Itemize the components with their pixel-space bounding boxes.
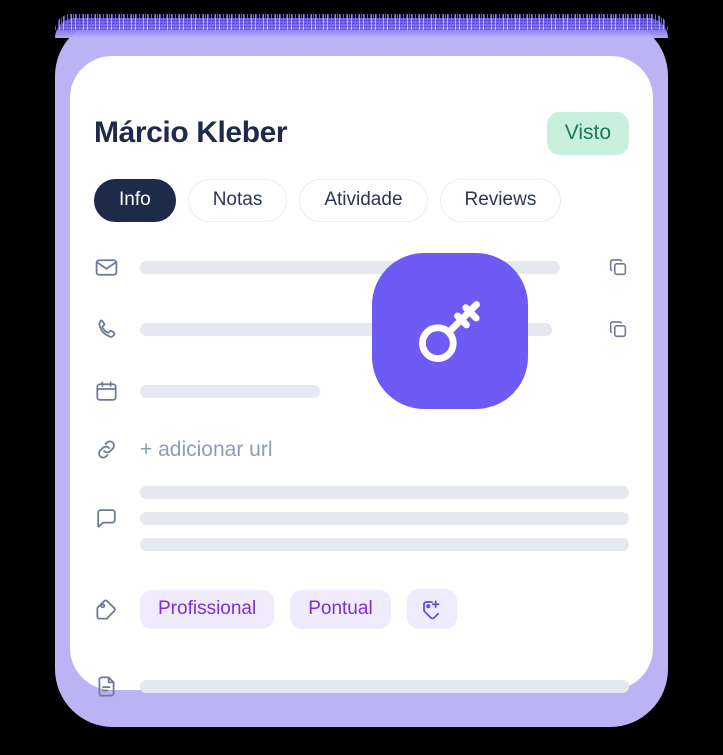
row-url: + adicionar url (94, 434, 629, 464)
tab-info[interactable]: Info (94, 179, 176, 222)
contact-card: Márcio Kleber Visto Info Notas Atividade… (70, 56, 653, 697)
calendar-icon (94, 379, 140, 404)
add-tag-button[interactable] (406, 589, 457, 629)
copy-phone-button[interactable] (595, 318, 629, 340)
skeleton-bar (140, 486, 629, 499)
phone-icon (94, 317, 140, 342)
status-badge: Visto (546, 111, 629, 155)
skeleton-bar (140, 512, 629, 525)
add-url-label: + adicionar url (140, 437, 273, 461)
tag-chip-profissional[interactable]: Profissional (140, 589, 275, 629)
tag-plus-icon (420, 598, 443, 621)
notes-skeleton[interactable] (140, 486, 629, 551)
card-header: Márcio Kleber Visto (94, 106, 629, 160)
row-notes (94, 486, 629, 551)
key-badge[interactable] (372, 253, 528, 409)
document-skeleton[interactable] (140, 679, 629, 693)
envelope-icon (94, 255, 140, 280)
date-value-skeleton[interactable] (140, 384, 595, 398)
tab-reviews[interactable]: Reviews (439, 179, 562, 222)
document-icon (94, 674, 140, 699)
tab-notas[interactable]: Notas (187, 179, 288, 222)
tag-chips: Profissional Pontual (140, 589, 629, 629)
row-tags: Profissional Pontual (94, 589, 629, 629)
link-icon (94, 437, 140, 462)
tag-icon (94, 597, 140, 622)
chip-list: Profissional Pontual (140, 589, 457, 629)
skeleton-bar (140, 384, 320, 398)
add-url-link[interactable]: + adicionar url (140, 439, 595, 460)
row-date (94, 376, 629, 406)
skeleton-bar (140, 679, 629, 693)
tab-bar: Info Notas Atividade Reviews (94, 179, 562, 222)
row-document (94, 671, 629, 701)
screenshot-stage: Márcio Kleber Visto Info Notas Atividade… (0, 0, 723, 755)
notes-lines (140, 486, 629, 551)
frame-noise-edge (55, 14, 668, 30)
copy-email-button[interactable] (595, 256, 629, 278)
page-title: Márcio Kleber (94, 116, 288, 149)
row-phone (94, 314, 629, 344)
tab-atividade[interactable]: Atividade (299, 179, 428, 222)
email-value-skeleton[interactable] (140, 260, 595, 274)
row-email (94, 252, 629, 282)
detail-rows: + adicionar url Profissional Pontual (94, 252, 629, 701)
chat-bubble-icon (94, 506, 140, 531)
skeleton-bar (140, 538, 629, 551)
key-icon (407, 288, 493, 374)
tag-chip-pontual[interactable]: Pontual (290, 589, 391, 629)
